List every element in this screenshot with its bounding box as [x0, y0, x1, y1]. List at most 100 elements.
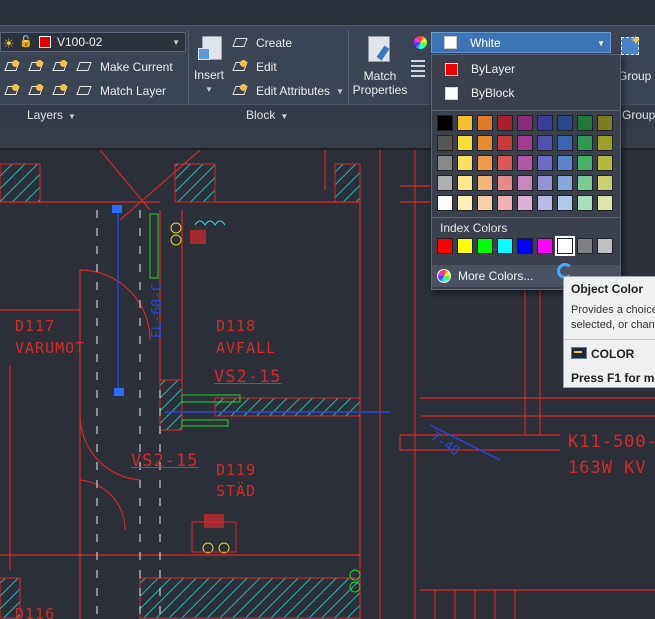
- group-icon[interactable]: ✦: [618, 32, 644, 60]
- ribbon-tab-strip: [0, 0, 655, 26]
- group-button[interactable]: Group: [618, 69, 655, 83]
- palette-color-cell[interactable]: [577, 115, 593, 131]
- palette-color-cell[interactable]: [537, 135, 553, 151]
- palette-color-cell[interactable]: [537, 195, 553, 211]
- index-color-cell[interactable]: [555, 236, 575, 256]
- index-color-cell[interactable]: [457, 238, 473, 254]
- palette-color-cell[interactable]: [477, 135, 493, 151]
- insert-label: Insert: [193, 68, 224, 82]
- palette-color-cell[interactable]: [477, 115, 493, 131]
- palette-color-cell[interactable]: [497, 135, 513, 151]
- insert-chevron-down-icon: ▼: [205, 85, 213, 94]
- palette-color-cell[interactable]: [517, 195, 533, 211]
- palette-color-cell[interactable]: [537, 175, 553, 191]
- wall-hatch: [0, 163, 361, 619]
- palette-color-cell[interactable]: [497, 115, 513, 131]
- edit-attributes-row[interactable]: Edit Attributes ▼: [232, 81, 344, 101]
- layer-freeze-icon[interactable]: [52, 59, 70, 75]
- make-current-button[interactable]: Make Current: [100, 60, 173, 74]
- palette-color-cell[interactable]: [557, 195, 573, 211]
- palette-color-cell[interactable]: [517, 155, 533, 171]
- palette-color-cell[interactable]: [577, 155, 593, 171]
- palette-color-cell[interactable]: [437, 155, 453, 171]
- create-block-row[interactable]: Create: [232, 33, 292, 53]
- palette-color-cell[interactable]: [597, 115, 613, 131]
- groups-panel-title[interactable]: Groups: [622, 106, 655, 124]
- standard-color-palette: [437, 115, 613, 211]
- chevron-down-icon: ▼: [172, 38, 180, 47]
- insert-block-icon[interactable]: [198, 34, 226, 64]
- palette-color-cell[interactable]: [557, 175, 573, 191]
- object-color-combobox[interactable]: White ▼: [431, 32, 611, 53]
- index-color-cell[interactable]: [537, 238, 553, 254]
- tooltip-title: Object Color: [571, 282, 644, 296]
- edit-block-row[interactable]: Edit: [232, 57, 277, 77]
- palette-color-cell[interactable]: [537, 155, 553, 171]
- match-properties-icon[interactable]: [366, 34, 394, 64]
- index-color-cell[interactable]: [597, 238, 613, 254]
- palette-color-cell[interactable]: [437, 175, 453, 191]
- layer-tools-row-1: Make Current: [4, 57, 173, 77]
- palette-color-cell[interactable]: [437, 135, 453, 151]
- edit-attributes-chevron-down-icon[interactable]: ▼: [336, 87, 344, 96]
- palette-color-cell[interactable]: [577, 135, 593, 151]
- block-panel-title[interactable]: Block ▼: [246, 106, 288, 124]
- index-color-cell[interactable]: [517, 238, 533, 254]
- index-color-cell[interactable]: [497, 238, 513, 254]
- edit-block-button[interactable]: Edit: [256, 60, 277, 74]
- lineweight-icon: [411, 60, 425, 80]
- layers-panel-chevron-down-icon: ▼: [68, 112, 76, 121]
- palette-color-cell[interactable]: [477, 155, 493, 171]
- palette-color-cell[interactable]: [597, 175, 613, 191]
- bylayer-swatch: [445, 62, 458, 76]
- palette-color-cell[interactable]: [457, 115, 473, 131]
- match-layer-button[interactable]: Match Layer: [100, 84, 166, 98]
- palette-color-cell[interactable]: [497, 155, 513, 171]
- insert-button[interactable]: Insert ▼: [192, 68, 226, 94]
- layer-isolate-icon[interactable]: [28, 59, 46, 75]
- palette-color-cell[interactable]: [497, 195, 513, 211]
- layer-unisolate-icon[interactable]: [28, 83, 46, 99]
- palette-color-cell[interactable]: [517, 115, 533, 131]
- palette-color-cell[interactable]: [597, 195, 613, 211]
- edit-attributes-button[interactable]: Edit Attributes: [256, 84, 330, 98]
- palette-color-cell[interactable]: [557, 135, 573, 151]
- layer-off-icon[interactable]: [4, 83, 22, 99]
- palette-color-cell[interactable]: [497, 175, 513, 191]
- palette-color-cell[interactable]: [457, 155, 473, 171]
- color-option-bylayer[interactable]: ByLayer: [432, 57, 620, 81]
- color-option-byblock[interactable]: ByBlock: [432, 81, 620, 105]
- palette-color-cell[interactable]: [457, 135, 473, 151]
- palette-color-cell[interactable]: [517, 175, 533, 191]
- palette-color-cell[interactable]: [457, 175, 473, 191]
- match-layer-icon[interactable]: [76, 83, 94, 99]
- palette-color-cell[interactable]: [597, 135, 613, 151]
- layer-properties-icon[interactable]: [4, 59, 22, 75]
- layers-panel-title[interactable]: Layers ▼: [27, 106, 76, 124]
- index-color-cell[interactable]: [437, 238, 453, 254]
- make-current-icon[interactable]: [76, 59, 94, 75]
- create-block-button[interactable]: Create: [256, 36, 292, 50]
- layer-lock-icon[interactable]: [52, 83, 70, 99]
- room-name-stad: STÄD: [216, 482, 257, 500]
- palette-color-cell[interactable]: [577, 195, 593, 211]
- match-properties-button[interactable]: Match Properties: [350, 69, 410, 97]
- palette-color-cell[interactable]: [537, 115, 553, 131]
- layer-color-swatch: [39, 36, 51, 48]
- palette-color-cell[interactable]: [477, 175, 493, 191]
- tooltip-divider: [564, 339, 655, 340]
- index-color-cell[interactable]: [477, 238, 493, 254]
- palette-color-cell[interactable]: [597, 155, 613, 171]
- palette-color-cell[interactable]: [457, 195, 473, 211]
- room-label-d117: D117: [15, 317, 56, 335]
- palette-color-cell[interactable]: [557, 155, 573, 171]
- palette-color-cell[interactable]: [557, 115, 573, 131]
- palette-color-cell[interactable]: [437, 115, 453, 131]
- index-color-cell[interactable]: [577, 238, 593, 254]
- palette-color-cell[interactable]: [437, 195, 453, 211]
- palette-color-cell[interactable]: [577, 175, 593, 191]
- index-colors-label: Index Colors: [440, 221, 508, 235]
- layer-combobox[interactable]: ☀ 🔓 V100-02 ▼: [0, 32, 186, 52]
- palette-color-cell[interactable]: [517, 135, 533, 151]
- palette-color-cell[interactable]: [477, 195, 493, 211]
